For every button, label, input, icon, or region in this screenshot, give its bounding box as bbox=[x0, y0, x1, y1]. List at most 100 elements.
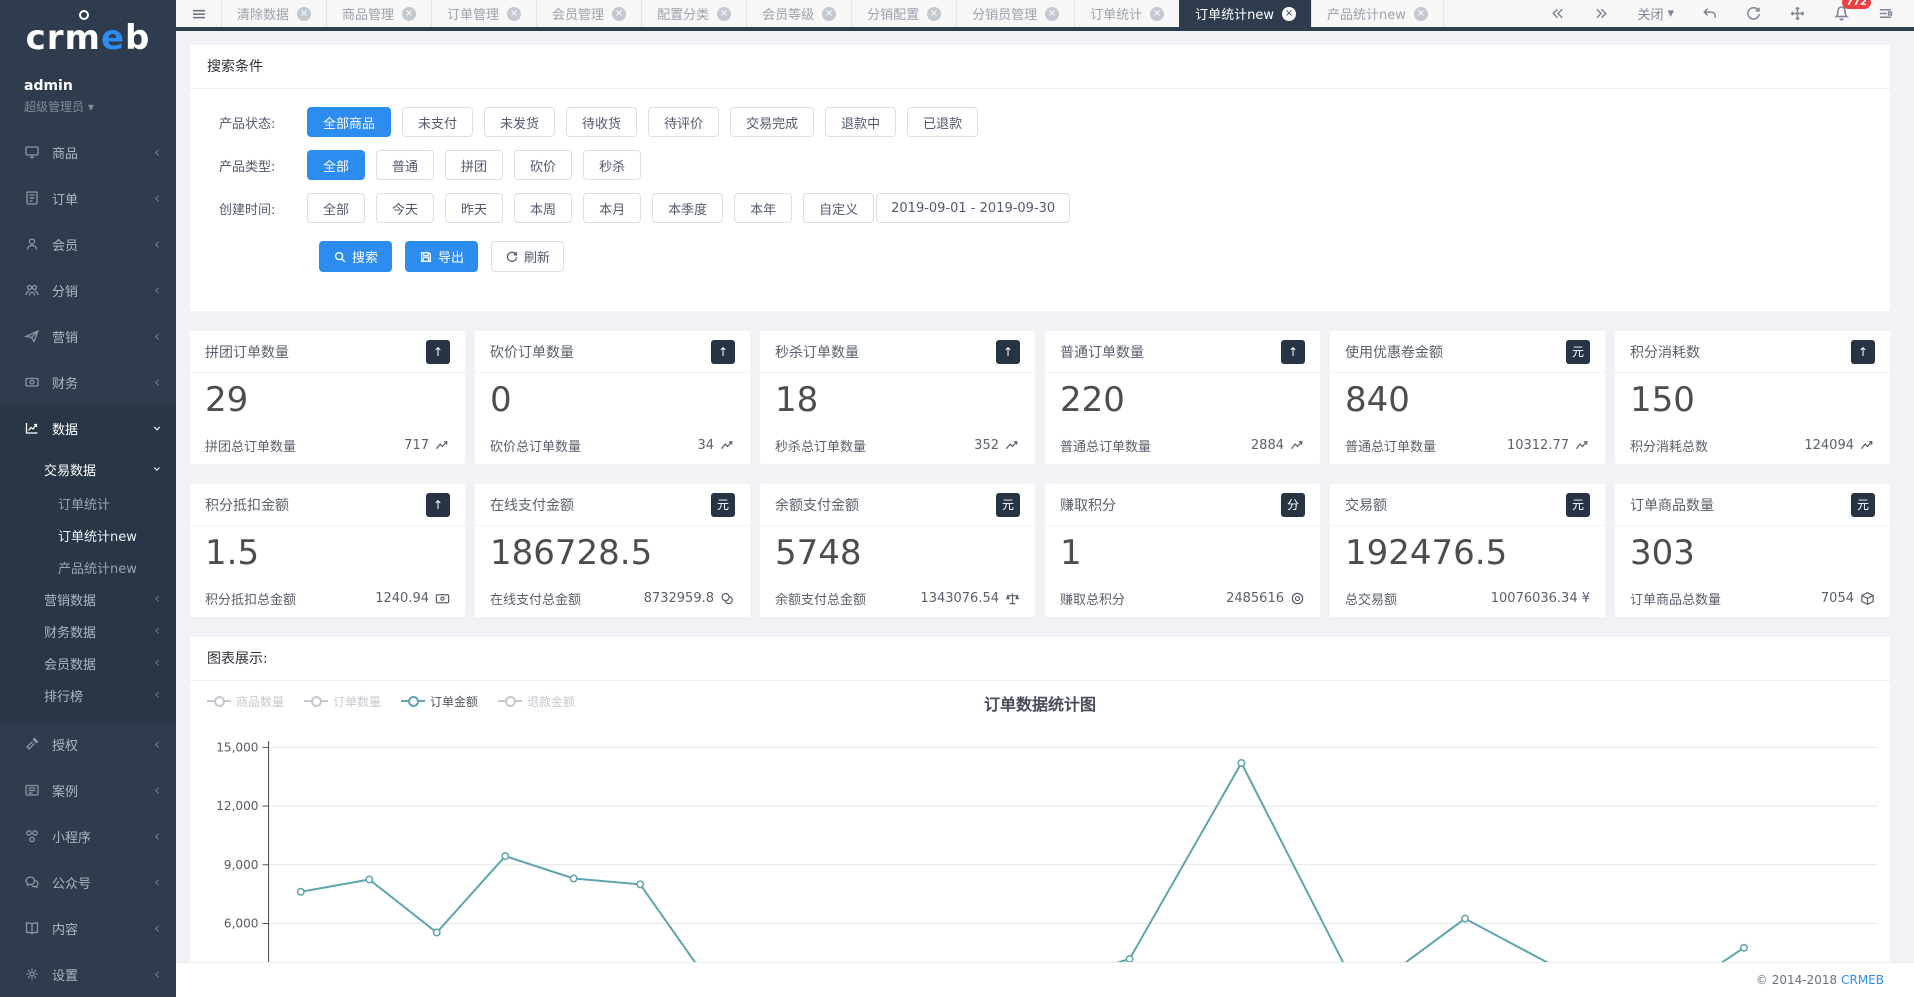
sidebar-item-goods[interactable]: 商品‹ bbox=[0, 129, 176, 175]
tab-close-icon[interactable]: × bbox=[612, 7, 626, 21]
stat-card-title: 积分消耗数 bbox=[1630, 342, 1700, 362]
crmeb-link[interactable]: CRMEB bbox=[1841, 973, 1884, 987]
sidebar-item-order-stats[interactable]: 订单统计 bbox=[0, 487, 176, 519]
tab-close-icon[interactable]: × bbox=[402, 7, 416, 21]
chevron-left-icon: ‹ bbox=[154, 655, 160, 671]
sidebar-item-settings[interactable]: 设置‹ bbox=[0, 951, 176, 997]
tab[interactable]: 配置分类 × bbox=[641, 0, 747, 27]
sidebar-item-trade-data[interactable]: 交易数据‹ bbox=[0, 451, 176, 487]
goods-icon bbox=[24, 144, 40, 160]
legend-item[interactable]: 订单数量 bbox=[304, 693, 381, 710]
filter-option-button[interactable]: 待评价 bbox=[648, 107, 719, 137]
filter-option-button[interactable]: 秒杀 bbox=[583, 150, 641, 180]
tab-close-icon[interactable]: × bbox=[1282, 7, 1296, 21]
filter-option-button[interactable]: 本月 bbox=[583, 193, 641, 223]
stat-card-sub-label: 积分抵扣总金额 bbox=[205, 589, 296, 608]
tab[interactable]: 会员管理 × bbox=[536, 0, 642, 27]
close-tabs-dropdown[interactable]: 关闭▾ bbox=[1637, 4, 1674, 23]
stat-card-footer: 积分抵扣总金额 1240.94 bbox=[190, 579, 465, 617]
filter-option-button[interactable]: 未支付 bbox=[402, 107, 473, 137]
sidebar-item-miniprogram[interactable]: 小程序‹ bbox=[0, 813, 176, 859]
tab[interactable]: 清除数据 × bbox=[221, 0, 327, 27]
tab-close-icon[interactable]: × bbox=[1150, 7, 1164, 21]
sidebar-item-finance-data[interactable]: 财务数据‹ bbox=[0, 615, 176, 647]
date-range-picker[interactable]: 2019-09-01 - 2019-09-30 bbox=[876, 193, 1070, 223]
filter-option-button[interactable]: 已退款 bbox=[907, 107, 978, 137]
message-list-button[interactable] bbox=[1877, 5, 1894, 22]
tab-label: 会员等级 bbox=[762, 4, 814, 23]
tab-close-icon[interactable]: × bbox=[717, 7, 731, 21]
tab[interactable]: 分销员管理 × bbox=[956, 0, 1075, 27]
notifications-button[interactable]: 772 bbox=[1833, 5, 1850, 22]
tab[interactable]: 商品管理 × bbox=[326, 0, 432, 27]
filter-option-button[interactable]: 退款中 bbox=[825, 107, 896, 137]
refresh-button[interactable]: 刷新 bbox=[491, 241, 564, 272]
fullscreen-button[interactable] bbox=[1789, 5, 1806, 22]
sidebar-item-auth[interactable]: 授权‹ bbox=[0, 721, 176, 767]
stat-card-sub-value-group: 2485616 bbox=[1226, 591, 1305, 606]
scroll-tabs-left-button[interactable] bbox=[1549, 5, 1566, 22]
filter-option-button[interactable]: 本年 bbox=[734, 193, 792, 223]
filter-option-button[interactable]: 本周 bbox=[514, 193, 572, 223]
filter-option-button[interactable]: 昨天 bbox=[445, 193, 503, 223]
stat-card-sub-label: 余额支付总金额 bbox=[775, 589, 866, 608]
filter-option-button[interactable]: 全部商品 bbox=[307, 107, 391, 137]
stat-card-badge-icon: 元 bbox=[1566, 340, 1590, 364]
tab-close-icon[interactable]: × bbox=[1045, 7, 1059, 21]
filter-option-button[interactable]: 砍价 bbox=[514, 150, 572, 180]
sidebar-item-distribution[interactable]: 分销‹ bbox=[0, 267, 176, 313]
filter-option-button[interactable]: 全部 bbox=[307, 193, 365, 223]
stat-card-header: 积分抵扣金额 ↑ bbox=[190, 484, 465, 526]
tab-close-icon[interactable]: × bbox=[822, 7, 836, 21]
filter-option-button[interactable]: 交易完成 bbox=[730, 107, 814, 137]
sidebar-item-orders[interactable]: 订单‹ bbox=[0, 175, 176, 221]
sidebar-item-ranking[interactable]: 排行榜‹ bbox=[0, 679, 176, 711]
sidebar-item-case[interactable]: 案例‹ bbox=[0, 767, 176, 813]
tab[interactable]: 分销配置 × bbox=[851, 0, 957, 27]
sidebar-item-data[interactable]: 数据‹ bbox=[0, 405, 176, 451]
tab-close-icon[interactable]: × bbox=[297, 7, 311, 21]
tab[interactable]: 订单统计new × bbox=[1179, 0, 1312, 27]
sidebar-item-marketing-data[interactable]: 营销数据‹ bbox=[0, 583, 176, 615]
tab-close-icon[interactable]: × bbox=[507, 7, 521, 21]
tab[interactable]: 产品统计new × bbox=[1311, 0, 1444, 27]
export-button[interactable]: 导出 bbox=[405, 241, 478, 272]
legend-item[interactable]: 退款金额 bbox=[498, 693, 575, 710]
tab-close-icon[interactable]: × bbox=[927, 7, 941, 21]
product-status-row: 产品状态: 全部商品未支付未发货待收货待评价交易完成退款中已退款 bbox=[207, 107, 1873, 137]
tab-close-icon[interactable]: × bbox=[1414, 7, 1428, 21]
search-button[interactable]: 搜索 bbox=[319, 241, 392, 272]
legend-item[interactable]: 商品数量 bbox=[207, 693, 284, 710]
legend-item[interactable]: 订单金额 bbox=[401, 693, 478, 710]
filter-option-button[interactable]: 今天 bbox=[376, 193, 434, 223]
chevron-down-icon: ‹ bbox=[150, 425, 165, 431]
sidebar-item-content[interactable]: 内容‹ bbox=[0, 905, 176, 951]
sidebar-item-members[interactable]: 会员‹ bbox=[0, 221, 176, 267]
stat-card-footer: 在线支付总金额 8732959.8 bbox=[475, 579, 750, 617]
stat-card-title: 订单商品数量 bbox=[1630, 495, 1714, 515]
sidebar-item-finance[interactable]: 财务‹ bbox=[0, 359, 176, 405]
sidebar-item-official-account[interactable]: 公众号‹ bbox=[0, 859, 176, 905]
filter-option-button[interactable]: 全部 bbox=[307, 150, 365, 180]
member-icon bbox=[24, 236, 40, 252]
filter-option-button[interactable]: 待收货 bbox=[566, 107, 637, 137]
filter-option-button[interactable]: 普通 bbox=[376, 150, 434, 180]
line-chart-plot[interactable]: 15,00012,0009,0006,000 bbox=[190, 721, 1890, 962]
hamburger-menu-icon[interactable]: ≡ bbox=[176, 0, 222, 27]
filter-option-button[interactable]: 未发货 bbox=[484, 107, 555, 137]
tab[interactable]: 订单管理 × bbox=[431, 0, 537, 27]
sidebar-item-member-data[interactable]: 会员数据‹ bbox=[0, 647, 176, 679]
refresh-page-button[interactable] bbox=[1745, 5, 1762, 22]
sidebar-item-product-stats-new[interactable]: 产品统计new bbox=[0, 551, 176, 583]
tab[interactable]: 会员等级 × bbox=[746, 0, 852, 27]
filter-option-button[interactable]: 本季度 bbox=[652, 193, 723, 223]
scroll-tabs-right-button[interactable] bbox=[1593, 5, 1610, 22]
filter-option-button[interactable]: 拼团 bbox=[445, 150, 503, 180]
filter-option-button[interactable]: 自定义 bbox=[803, 193, 874, 223]
sidebar-item-order-stats-new[interactable]: 订单统计new bbox=[0, 519, 176, 551]
sidebar-item-marketing[interactable]: 营销‹ bbox=[0, 313, 176, 359]
user-role-dropdown[interactable]: 超级管理员 ▾ bbox=[24, 98, 176, 115]
copyright-text: © 2014-2018 bbox=[1756, 973, 1837, 987]
back-button[interactable] bbox=[1701, 5, 1718, 22]
tab[interactable]: 订单统计 × bbox=[1074, 0, 1180, 27]
